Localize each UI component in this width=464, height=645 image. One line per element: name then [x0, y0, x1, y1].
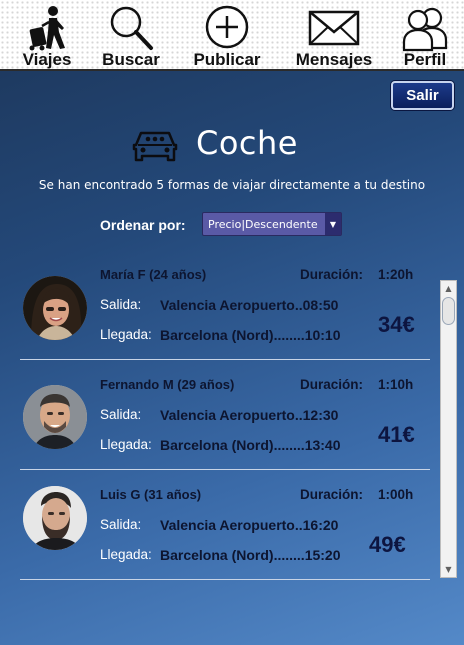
sort-label: Ordenar por:	[100, 217, 186, 233]
nav-item-mensajes[interactable]: Mensajes	[290, 0, 378, 71]
traveler-luggage-icon	[29, 6, 65, 51]
nav-label-mensajes: Mensajes	[295, 50, 373, 69]
departure-label: Salida:	[100, 297, 142, 312]
nav-item-buscar[interactable]: Buscar	[100, 0, 162, 71]
arrival-label: Llegada:	[100, 327, 152, 342]
duration-label: Duración:	[300, 267, 364, 282]
driver-name: Luis G (31 años)	[100, 487, 202, 502]
driver-name: María F (24 años)	[100, 267, 207, 282]
plus-circle-icon	[205, 5, 249, 49]
trip-price: 34€	[378, 312, 415, 337]
page-title: Coche	[196, 124, 298, 162]
logout-button[interactable]: Salir	[391, 81, 454, 110]
envelope-icon	[308, 10, 360, 46]
duration-value: 1:10h	[378, 377, 414, 392]
trip-price: 41€	[378, 422, 415, 447]
departure-value: Valencia Aeropuerto..08:50	[160, 297, 339, 313]
nav-item-viajes[interactable]: Viajes	[16, 0, 78, 71]
driver-name: Fernando M (29 años)	[100, 377, 235, 392]
arrival-label: Llegada:	[100, 547, 152, 562]
driver-avatar	[23, 276, 87, 340]
trip-card[interactable]: Fernando M (29 años) Duración: 1:10h Sal…	[20, 360, 430, 470]
chevron-down-icon[interactable]: ▼	[325, 213, 341, 235]
arrival-label: Llegada:	[100, 437, 152, 452]
duration-value: 1:00h	[378, 487, 414, 502]
search-icon	[110, 6, 153, 50]
departure-label: Salida:	[100, 517, 142, 532]
scroll-down-arrow-icon[interactable]: ▼	[441, 562, 456, 577]
nav-item-publicar[interactable]: Publicar	[188, 0, 266, 71]
trip-list: María F (24 años) Duración: 1:20h Salida…	[20, 250, 430, 590]
sort-select[interactable]: Precio|Descendente ▼	[202, 212, 342, 236]
trip-price: 49€	[369, 532, 406, 557]
departure-value: Valencia Aeropuerto..16:20	[160, 517, 339, 533]
nav-label-perfil: Perfil	[403, 50, 447, 69]
arrival-value: Barcelona (Nord)........15:20	[160, 547, 341, 563]
scroll-up-arrow-icon[interactable]: ▲	[441, 281, 456, 296]
driver-avatar	[23, 486, 87, 550]
arrival-value: Barcelona (Nord)........10:10	[160, 327, 341, 343]
trip-card[interactable]: Luis G (31 años) Duración: 1:00h Salida:…	[20, 470, 430, 580]
sort-selected-value: Precio|Descendente	[208, 217, 318, 231]
avatar-photo-icon	[23, 486, 87, 550]
nav-item-perfil[interactable]: Perfil	[396, 0, 454, 71]
scrollbar-thumb[interactable]	[442, 297, 455, 325]
nav-label-publicar: Publicar	[193, 50, 261, 69]
duration-label: Duración:	[300, 377, 364, 392]
nav-label-buscar: Buscar	[102, 50, 160, 69]
car-icon	[132, 131, 178, 162]
trip-list-scrollbar[interactable]: ▲ ▼	[440, 280, 457, 578]
results-subtitle: Se han encontrado 5 formas de viajar dir…	[38, 178, 426, 192]
avatar-photo-icon	[23, 276, 87, 340]
departure-label: Salida:	[100, 407, 142, 422]
avatar-photo-icon	[23, 385, 87, 449]
top-navigation: Viajes Buscar Publicar Mensajes Perfil	[0, 0, 464, 71]
driver-avatar	[23, 385, 87, 449]
duration-label: Duración:	[300, 487, 364, 502]
departure-value: Valencia Aeropuerto..12:30	[160, 407, 339, 423]
duration-value: 1:20h	[378, 267, 414, 282]
users-icon	[402, 7, 448, 52]
trip-card[interactable]: María F (24 años) Duración: 1:20h Salida…	[20, 250, 430, 360]
arrival-value: Barcelona (Nord)........13:40	[160, 437, 341, 453]
nav-label-viajes: Viajes	[22, 50, 72, 69]
